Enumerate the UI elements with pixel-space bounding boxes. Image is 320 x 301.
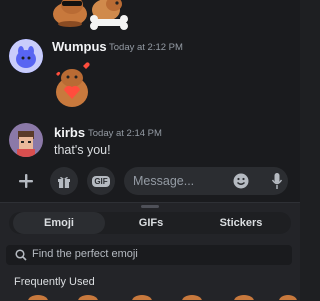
tab-emoji[interactable]: Emoji [13, 212, 105, 234]
capybara-emoji-icon[interactable] [132, 295, 152, 300]
search-icon [15, 249, 27, 261]
tab-gifs[interactable]: GIFs [105, 212, 197, 234]
section-title-frequently-used: Frequently Used [14, 276, 95, 288]
message-text: that's you! [54, 143, 111, 157]
microphone-icon[interactable] [272, 173, 282, 189]
message-input[interactable]: Message... [124, 167, 288, 195]
message-author[interactable]: kirbs [54, 125, 85, 140]
emoji-search-input[interactable]: Find the perfect emoji [6, 245, 292, 265]
capybara-emoji-icon[interactable] [28, 295, 48, 300]
add-attachment-button[interactable] [12, 167, 40, 195]
plus-icon [19, 174, 33, 188]
capybara-emoji-icon[interactable] [78, 295, 98, 300]
gif-button[interactable]: GIF [87, 167, 115, 195]
message-timestamp: Today at 2:14 PM [88, 128, 162, 139]
message-author[interactable]: Wumpus [52, 39, 107, 54]
search-placeholder: Find the perfect emoji [32, 248, 138, 260]
chat-area: Wumpus Today at 2:12 PM kirbs Today at 2… [0, 0, 300, 162]
emoji-icon[interactable] [233, 173, 249, 189]
gift-icon [58, 176, 70, 188]
gift-button[interactable] [50, 167, 78, 195]
message-timestamp: Today at 2:12 PM [109, 42, 183, 53]
drag-handle[interactable] [141, 205, 159, 208]
capybara-sticker-heart[interactable] [50, 60, 94, 110]
capybara-emoji-icon[interactable] [279, 295, 297, 300]
avatar[interactable] [9, 123, 43, 157]
kirbs-avatar-icon [9, 123, 43, 157]
avatar[interactable] [9, 39, 43, 73]
capybara-sticker-bone[interactable] [86, 0, 132, 32]
tab-stickers[interactable]: Stickers [195, 212, 287, 234]
message-placeholder: Message... [133, 174, 195, 188]
capybara-emoji-icon[interactable] [182, 295, 202, 300]
frequently-used-emoji-row [28, 295, 297, 300]
wumpus-avatar-icon [9, 39, 43, 73]
gif-icon: GIF [92, 175, 110, 187]
capybara-emoji-icon[interactable] [234, 295, 254, 300]
